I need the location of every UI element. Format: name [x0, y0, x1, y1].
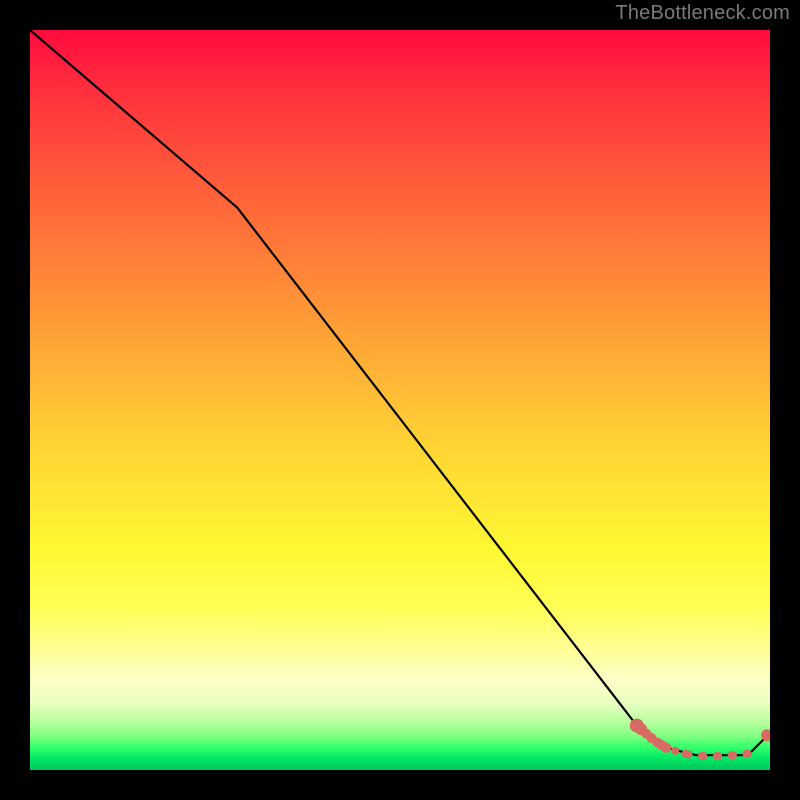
marker-dot — [699, 752, 707, 760]
marker-dot — [685, 750, 693, 758]
marker-dot — [714, 752, 722, 760]
bottleneck-curve-line — [30, 30, 770, 755]
marker-dot — [744, 750, 752, 758]
plot-area — [30, 30, 770, 770]
chart-frame: TheBottleneck.com — [0, 0, 800, 800]
chart-svg — [30, 30, 770, 770]
marker-dot — [671, 747, 679, 755]
marker-dot — [661, 743, 671, 753]
marker-dot — [729, 751, 737, 759]
bottleneck-optimal-markers — [630, 719, 770, 760]
watermark-label: TheBottleneck.com — [615, 2, 790, 25]
